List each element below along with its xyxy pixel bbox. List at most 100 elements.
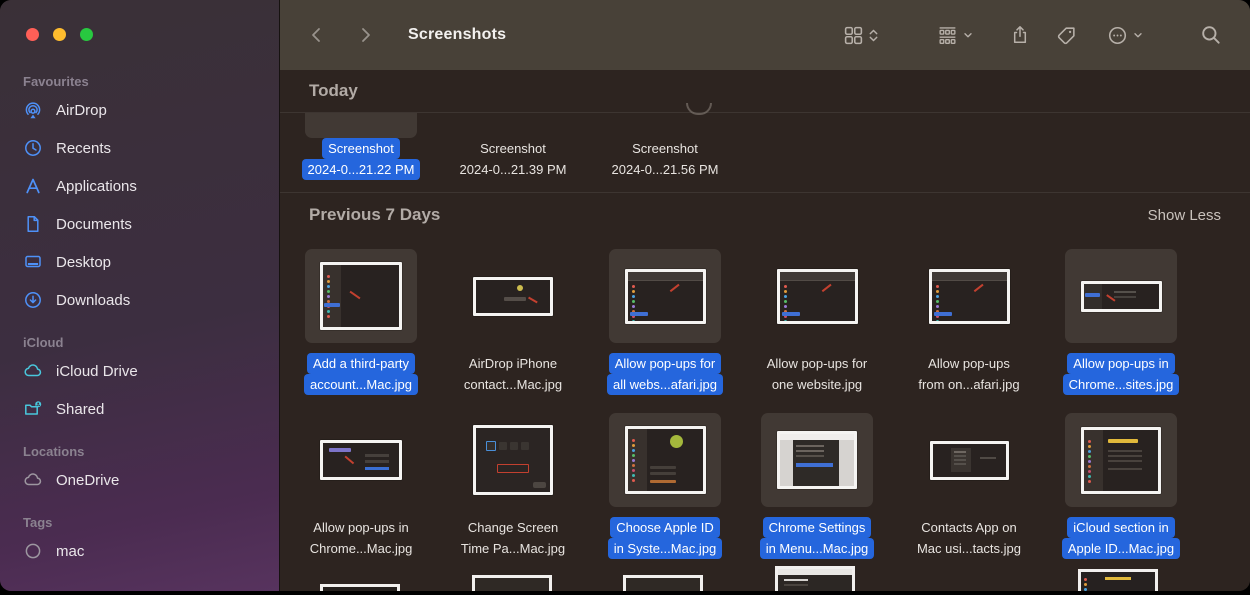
file-item[interactable]: Allow pop-ups in Chrome...sites.jpg (1045, 237, 1197, 401)
toolbar-icons (843, 24, 1250, 46)
search-button[interactable] (1200, 24, 1222, 46)
file-item[interactable]: Add a third-party account...Mac.jpg (285, 237, 437, 401)
chevron-left-icon (312, 28, 320, 42)
file-name-text: iCloud section in (1067, 517, 1175, 538)
thumbnail-zone (893, 249, 1045, 343)
file-item[interactable]: Change Screen Time Pa...Mac.jpg (437, 401, 589, 565)
file-item[interactable]: Allow pop-ups from on...afari.jpg (893, 237, 1045, 401)
sidebar-item-label: Desktop (56, 253, 112, 271)
sidebar-item-mac[interactable]: mac (10, 532, 269, 570)
forward-button[interactable] (354, 24, 376, 46)
file-name: Screenshot 2024-0...21.22 PM (301, 138, 421, 180)
sidebar-item-icloud-drive[interactable]: iCloud Drive (10, 352, 269, 390)
thumbnail-detail (1084, 293, 1100, 297)
show-less-button[interactable]: Show Less (1148, 207, 1221, 224)
downloads-icon (23, 290, 43, 310)
main-pane: Screenshots Today Screenshot 2024-0...21… (279, 0, 1250, 591)
file-item[interactable]: Contacts App on Mac usi...tacts.jpg (893, 401, 1045, 565)
file-name-line: Allow pop-ups for (761, 353, 873, 374)
share-button[interactable] (1010, 24, 1030, 46)
thumbnail-image (1083, 283, 1159, 309)
file-item[interactable]: AirDrop iPhone contact...Mac.jpg (437, 237, 589, 401)
file-thumbnail-partial (1078, 569, 1158, 591)
thumbnail-detail (327, 275, 330, 278)
view-mode-button[interactable] (843, 25, 879, 46)
thumbnail-detail (517, 285, 524, 292)
thumbnail-detail (1107, 438, 1138, 443)
file-name-text: in Menu...Mac.jpg (759, 538, 875, 559)
traffic-lights (26, 28, 93, 41)
sidebar-item-recents[interactable]: Recents (10, 129, 269, 167)
file-thumbnail (320, 262, 402, 330)
sidebar-item-label: Downloads (56, 291, 131, 309)
sidebar-item-applications[interactable]: Applications (10, 167, 269, 205)
zoom-button[interactable] (80, 28, 93, 41)
sidebar-item-label: Shared (56, 400, 105, 418)
thumbnail-image (932, 443, 1006, 477)
search-icon (1202, 26, 1220, 44)
airdrop-icon (23, 100, 43, 120)
sidebar-section-label: Tags (23, 515, 53, 530)
thumbnail-detail (796, 463, 834, 468)
file-thumbnail (320, 440, 402, 480)
more-actions-button[interactable] (1107, 25, 1144, 46)
file-item[interactable]: Screenshot 2024-0...21.39 PM (437, 113, 589, 192)
thumbnail-image (778, 569, 852, 591)
file-item[interactable]: Choose Apple ID in Syste...Mac.jpg (589, 401, 741, 565)
file-name: Allow pop-ups in Chrome...sites.jpg (1062, 353, 1180, 395)
sidebar-item-desktop[interactable]: Desktop (10, 243, 269, 281)
grid-row-1: Add a third-party account...Mac.jpg AirDro… (280, 237, 1250, 401)
sidebar-item-onedrive[interactable]: OneDrive (10, 461, 269, 499)
group-header-previous: Previous 7 Days Show Less (280, 192, 1250, 237)
sidebar-sections: Favourites AirDrop Recents Applications Docu… (0, 66, 279, 591)
file-item[interactable]: Allow pop-ups in Chrome...Mac.jpg (285, 401, 437, 565)
thumbnail-detail (783, 284, 787, 288)
thumbnail-zone (285, 413, 437, 507)
minimize-button[interactable] (53, 28, 66, 41)
file-name-text: Screenshot (632, 141, 698, 156)
file-name: Screenshot 2024-0...21.56 PM (606, 138, 725, 180)
file-name-text: 2024-0...21.22 PM (301, 159, 421, 180)
tags-button[interactable] (1056, 25, 1077, 46)
file-item[interactable]: Allow pop-ups for all webs...afari.jpg (589, 237, 741, 401)
sidebar-item-label: Documents (56, 215, 132, 233)
group-header-today: Today (280, 70, 1250, 113)
thumbnail-image (931, 271, 1007, 321)
thumbnail-image (626, 578, 700, 591)
file-name-line: Add a third-party (304, 353, 418, 374)
file-name-line: in Menu...Mac.jpg (759, 538, 875, 559)
file-item[interactable]: Screenshot 2024-0...21.56 PM (589, 113, 741, 192)
file-name-line: Change Screen (455, 517, 571, 538)
group-by-button[interactable] (937, 25, 974, 46)
sidebar-item-documents[interactable]: Documents (10, 205, 269, 243)
file-name-text: Allow pop-ups for (766, 356, 868, 371)
sidebar-item-label: iCloud Drive (56, 362, 138, 380)
sidebar-item-label: mac (56, 542, 85, 560)
file-item[interactable]: iCloud section in Apple ID...Mac.jpg (1045, 401, 1197, 565)
thumbnail-detail (364, 453, 389, 457)
sidebar-item-downloads[interactable]: Downloads (10, 281, 269, 319)
sidebar-item-label: AirDrop (56, 101, 107, 119)
thumbnail-detail (1113, 291, 1136, 293)
file-name-line: Contacts App on (911, 517, 1027, 538)
thumbnail-image (323, 443, 399, 477)
file-item[interactable]: Allow pop-ups for one website.jpg (741, 237, 893, 401)
sidebar-item-label: Applications (56, 177, 137, 195)
back-button[interactable] (306, 24, 328, 46)
file-name-line: all webs...afari.jpg (606, 374, 724, 395)
close-button[interactable] (26, 28, 39, 41)
document-icon (23, 214, 43, 234)
thumbnail-zone (1045, 413, 1197, 507)
sidebar-item-airdrop[interactable]: AirDrop (10, 91, 269, 129)
file-name-text: Chrome Settings (762, 517, 872, 538)
file-name-text: all webs...afari.jpg (606, 374, 724, 395)
thumbnail-zone (741, 249, 893, 343)
file-name-line: Screenshot (302, 138, 421, 159)
thumbnail-detail (669, 435, 683, 448)
file-item[interactable]: Chrome Settings in Menu...Mac.jpg (741, 401, 893, 565)
file-item[interactable]: Screenshot 2024-0...21.22 PM (285, 113, 437, 192)
sidebar-section-label: Locations (23, 444, 85, 459)
sidebar-item-shared[interactable]: Shared (10, 390, 269, 428)
shared-folder-icon (23, 399, 43, 419)
cloud-gray-icon (23, 470, 43, 490)
